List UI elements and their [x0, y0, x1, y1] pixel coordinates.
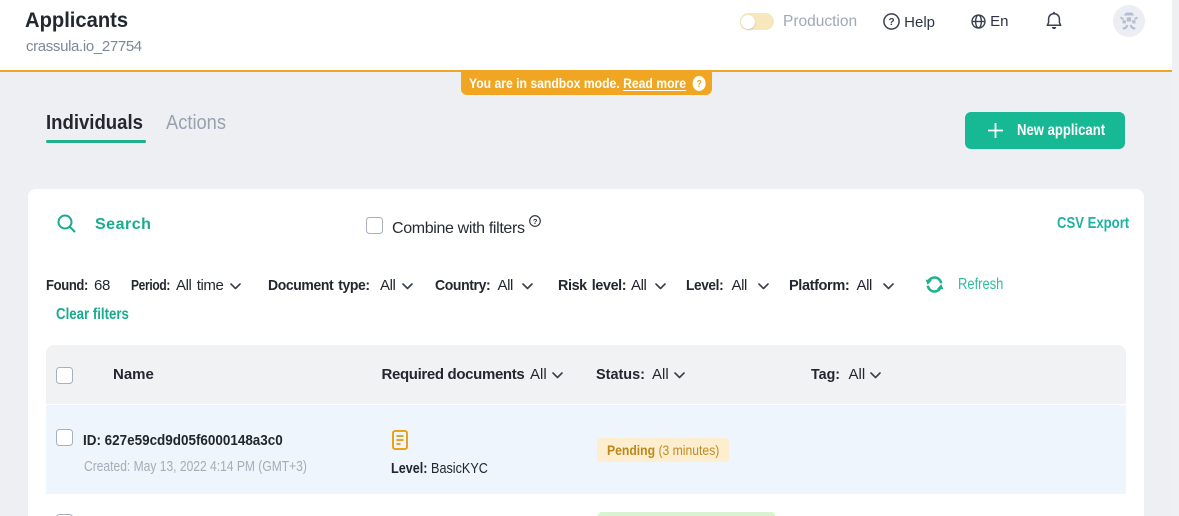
svg-text:?: ? [533, 217, 538, 226]
svg-text:?: ? [696, 78, 702, 89]
svg-text:?: ? [888, 17, 894, 28]
